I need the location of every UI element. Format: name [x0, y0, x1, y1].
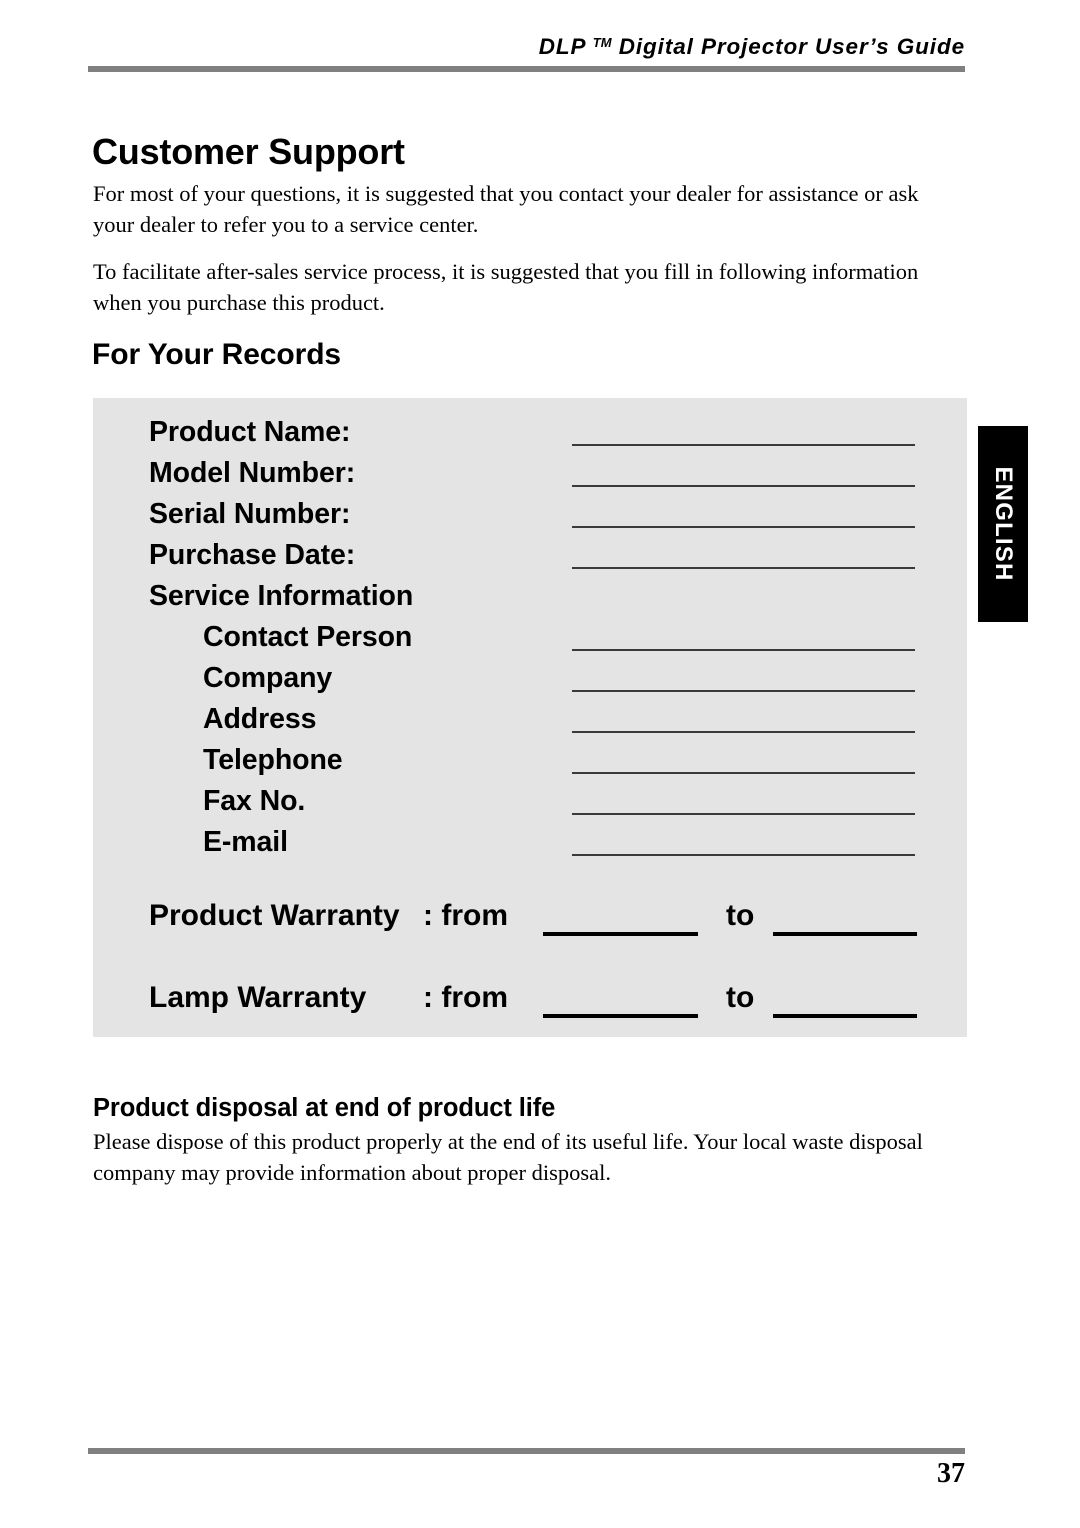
field-label-email: E-mail: [203, 826, 288, 858]
field-input-contact-person[interactable]: [572, 649, 915, 651]
warranty-from-input-lamp[interactable]: [543, 1014, 698, 1018]
disposal-heading: Product disposal at end of product life: [93, 1094, 556, 1122]
field-row: Company: [93, 658, 967, 699]
warranty-label-product: Product Warranty: [149, 899, 400, 932]
field-input-telephone[interactable]: [572, 772, 915, 774]
page-title: Customer Support: [92, 131, 405, 172]
warranty-from-label-lamp: : from: [423, 981, 508, 1014]
header-brand: DLP: [538, 34, 586, 59]
field-input-serial-number[interactable]: [572, 526, 915, 528]
field-row: Address: [93, 699, 967, 740]
field-row: Purchase Date:: [93, 535, 967, 576]
language-tab-label: ENGLISH: [990, 466, 1017, 582]
header-rule: [88, 66, 965, 72]
field-row: Model Number:: [93, 453, 967, 494]
field-row: Service Information: [93, 576, 967, 617]
trademark-symbol: TM: [592, 35, 612, 50]
field-label-contact-person: Contact Person: [203, 621, 413, 653]
warranty-to-input-lamp[interactable]: [773, 1014, 917, 1018]
field-input-product-name[interactable]: [572, 444, 915, 446]
warranty-to-label-lamp: to: [726, 981, 755, 1014]
warranty-row-product: Product Warranty : from to: [93, 894, 967, 938]
field-input-email[interactable]: [572, 854, 915, 856]
field-row: E-mail: [93, 822, 967, 863]
field-input-purchase-date[interactable]: [572, 567, 915, 569]
language-tab-english: ENGLISH: [978, 426, 1028, 622]
running-header-text: DLP TM Digital Projector User’s Guide: [539, 34, 965, 60]
warranty-from-input-product[interactable]: [543, 932, 698, 936]
warranty-to-label-product: to: [726, 899, 755, 932]
facilitate-paragraph: To facilitate after-sales service proces…: [93, 259, 919, 315]
field-row: Fax No.: [93, 781, 967, 822]
field-label-model-number: Model Number:: [149, 457, 356, 489]
field-label-company: Company: [203, 662, 333, 694]
field-input-company[interactable]: [572, 690, 915, 692]
field-row: Contact Person: [93, 617, 967, 658]
records-form-panel: Product Name: Model Number: Serial Numbe…: [93, 398, 967, 1037]
field-label-purchase-date: Purchase Date:: [149, 539, 356, 571]
field-label-address: Address: [203, 703, 317, 735]
warranty-to-input-product[interactable]: [773, 932, 917, 936]
running-header: DLP TM Digital Projector User’s Guide: [88, 34, 965, 60]
warranty-row-lamp: Lamp Warranty : from to: [93, 976, 967, 1020]
disposal-paragraph: Please dispose of this product properly …: [93, 1129, 923, 1185]
field-row: Serial Number:: [93, 494, 967, 535]
field-input-model-number[interactable]: [572, 485, 915, 487]
for-your-records-heading: For Your Records: [92, 338, 342, 371]
field-row: Telephone: [93, 740, 967, 781]
field-label-fax-no: Fax No.: [203, 785, 306, 817]
field-label-service-information: Service Information: [149, 580, 414, 612]
field-label-serial-number: Serial Number:: [149, 498, 351, 530]
field-label-telephone: Telephone: [203, 744, 343, 776]
footer-rule: [88, 1448, 965, 1454]
field-row: Product Name:: [93, 412, 967, 453]
field-label-product-name: Product Name:: [149, 416, 351, 448]
warranty-from-label-product: : from: [423, 899, 508, 932]
intro-paragraph: For most of your questions, it is sugges…: [93, 181, 919, 237]
field-input-address[interactable]: [572, 731, 915, 733]
header-title: Digital Projector User’s Guide: [618, 34, 965, 59]
page-number: 37: [937, 1458, 965, 1489]
field-input-fax-no[interactable]: [572, 813, 915, 815]
warranty-label-lamp: Lamp Warranty: [149, 981, 367, 1014]
